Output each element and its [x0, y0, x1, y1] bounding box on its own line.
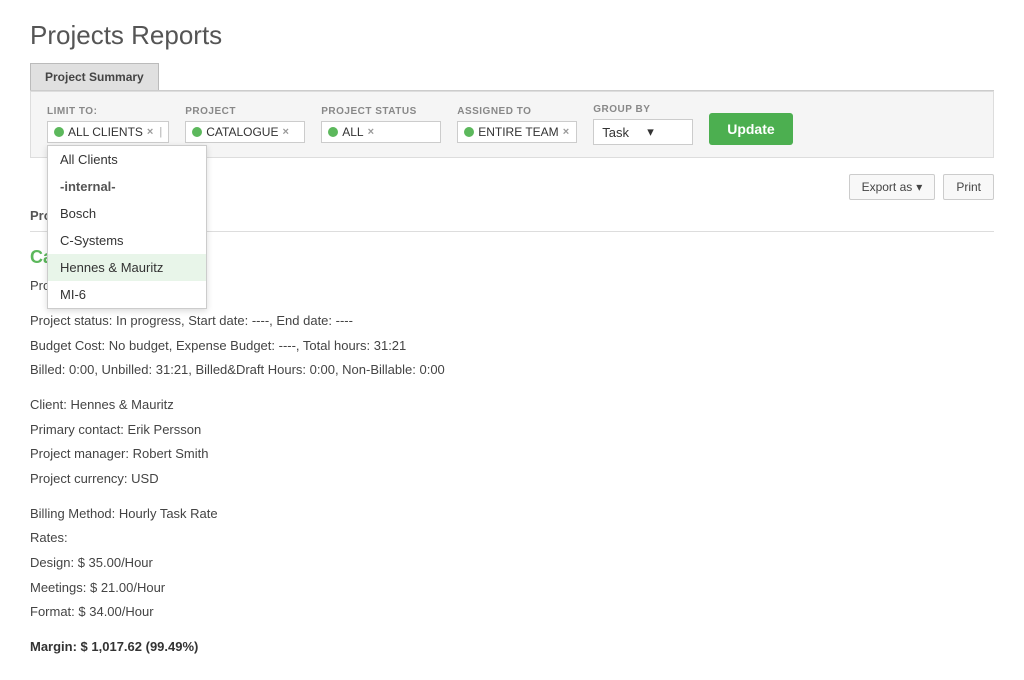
tab-bar: Project Summary: [30, 63, 994, 91]
print-button[interactable]: Print: [943, 174, 994, 200]
export-label: Export as: [862, 180, 913, 194]
project-status-tag-container[interactable]: ALL ×: [321, 121, 441, 143]
limit-to-tag-container[interactable]: ALL CLIENTS × |: [47, 121, 169, 143]
project-rate-format: Format: $ 34.00/Hour: [30, 600, 994, 625]
dropdown-all-clients[interactable]: All Clients: [48, 146, 206, 173]
limit-to-dot: [54, 127, 64, 137]
project-budget-line: Budget Cost: No budget, Expense Budget: …: [30, 334, 994, 359]
page-container: Projects Reports Project Summary LIMIT T…: [0, 0, 1024, 680]
dropdown-internal[interactable]: -internal-: [48, 173, 206, 200]
project-status-dot: [328, 127, 338, 137]
project-tag: CATALOGUE: [206, 125, 278, 139]
assigned-to-dot: [464, 127, 474, 137]
project-rate-design: Design: $ 35.00/Hour: [30, 551, 994, 576]
project-billing-method-line: Billing Method: Hourly Task Rate: [30, 502, 994, 527]
assigned-to-tag-container[interactable]: ENTIRE TEAM ×: [457, 121, 577, 143]
filter-bar: LIMIT TO: ALL CLIENTS × | All Clients -i…: [30, 91, 994, 158]
assigned-to-label: ASSIGNED TO: [457, 106, 577, 117]
project-status-tag: ALL: [342, 125, 363, 139]
dropdown-bosch[interactable]: Bosch: [48, 200, 206, 227]
project-dot: [192, 127, 202, 137]
project-contact-line: Primary contact: Erik Persson: [30, 418, 994, 443]
assigned-to-filter-group: ASSIGNED TO ENTIRE TEAM ×: [457, 106, 577, 143]
project-currency-line: Project currency: USD: [30, 467, 994, 492]
limit-to-tag: ALL CLIENTS: [68, 125, 143, 139]
project-margin-line: Margin: $ 1,017.62 (99.49%): [30, 635, 994, 660]
limit-to-filter-group: LIMIT TO: ALL CLIENTS × | All Clients -i…: [47, 106, 169, 143]
export-button[interactable]: Export as ▾: [849, 174, 936, 200]
export-chevron-icon: ▾: [916, 180, 922, 194]
tab-project-summary[interactable]: Project Summary: [30, 63, 159, 90]
page-title: Projects Reports: [30, 20, 994, 51]
project-status-close-icon[interactable]: ×: [368, 126, 374, 138]
dropdown-hennes[interactable]: Hennes & Mauritz: [48, 254, 206, 281]
project-billed-line: Billed: 0:00, Unbilled: 31:21, Billed&Dr…: [30, 358, 994, 383]
group-by-filter-group: GROUP BY Task ▾: [593, 104, 693, 145]
project-tag-container[interactable]: CATALOGUE ×: [185, 121, 305, 143]
project-rate-meetings: Meetings: $ 21.00/Hour: [30, 576, 994, 601]
group-by-chevron-icon: ▾: [647, 124, 684, 140]
project-status-label: PROJECT STATUS: [321, 106, 441, 117]
update-button[interactable]: Update: [709, 113, 792, 145]
project-filter-group: PROJECT CATALOGUE ×: [185, 106, 305, 143]
limit-to-close-icon[interactable]: ×: [147, 126, 153, 138]
assigned-to-tag: ENTIRE TEAM: [478, 125, 558, 139]
dropdown-mi6[interactable]: MI-6: [48, 281, 206, 308]
project-client-line: Client: Hennes & Mauritz: [30, 393, 994, 418]
project-status-line: Project status: In progress, Start date:…: [30, 309, 994, 334]
project-label: PROJECT: [185, 106, 305, 117]
project-close-icon[interactable]: ×: [282, 126, 288, 138]
project-rates-label: Rates:: [30, 526, 994, 551]
group-by-select[interactable]: Task ▾: [593, 119, 693, 145]
group-by-value: Task: [602, 125, 639, 140]
project-manager-line: Project manager: Robert Smith: [30, 442, 994, 467]
limit-to-cursor: |: [159, 126, 162, 138]
limit-to-label: LIMIT TO:: [47, 106, 169, 117]
dropdown-csystems[interactable]: C-Systems: [48, 227, 206, 254]
limit-to-dropdown[interactable]: All Clients -internal- Bosch C-Systems H…: [47, 145, 207, 309]
assigned-to-close-icon[interactable]: ×: [563, 126, 569, 138]
project-status-filter-group: PROJECT STATUS ALL ×: [321, 106, 441, 143]
group-by-label: GROUP BY: [593, 104, 693, 115]
